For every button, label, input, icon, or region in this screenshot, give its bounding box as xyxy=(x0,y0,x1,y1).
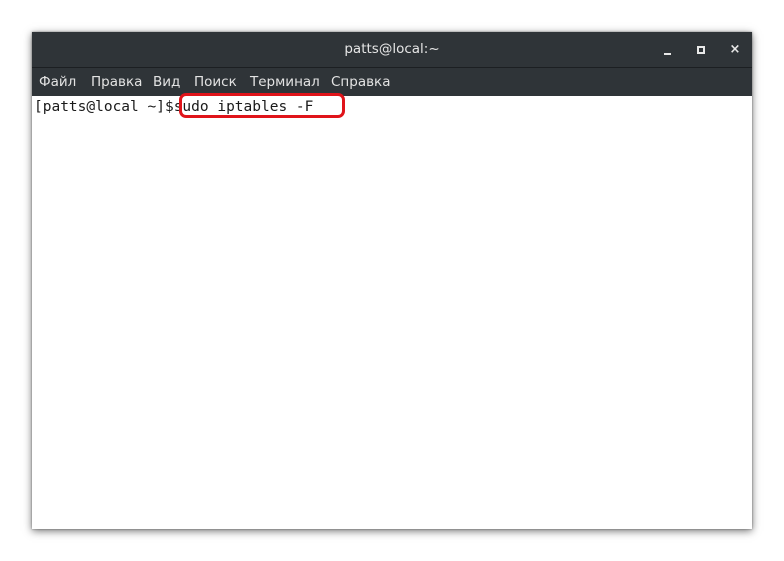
window-title: patts@local:~ xyxy=(344,41,440,57)
minimize-icon xyxy=(664,53,671,55)
menu-item-file[interactable]: Файл xyxy=(39,68,76,96)
terminal-window: patts@local:~ × Файл Правка Вид Поиск Те… xyxy=(32,32,752,529)
command-highlight-box xyxy=(179,93,345,118)
close-icon: × xyxy=(729,42,741,57)
menu-item-help[interactable]: Справка xyxy=(331,68,390,96)
close-button[interactable]: × xyxy=(725,40,745,60)
minimize-button[interactable] xyxy=(658,40,678,60)
maximize-button[interactable] xyxy=(691,40,711,60)
title-bar[interactable]: patts@local:~ × xyxy=(32,32,752,68)
menu-item-view[interactable]: Вид xyxy=(153,68,180,96)
menu-item-edit[interactable]: Правка xyxy=(91,68,142,96)
menu-item-search[interactable]: Поиск xyxy=(194,68,237,96)
menu-item-terminal[interactable]: Терминал xyxy=(250,68,320,96)
shell-prompt: [patts@local ~]$ xyxy=(34,99,174,115)
maximize-icon xyxy=(697,46,705,54)
menu-bar: Файл Правка Вид Поиск Терминал Справка xyxy=(32,68,752,96)
terminal-area[interactable]: [patts@local ~]$sudo iptables -F xyxy=(32,93,752,529)
